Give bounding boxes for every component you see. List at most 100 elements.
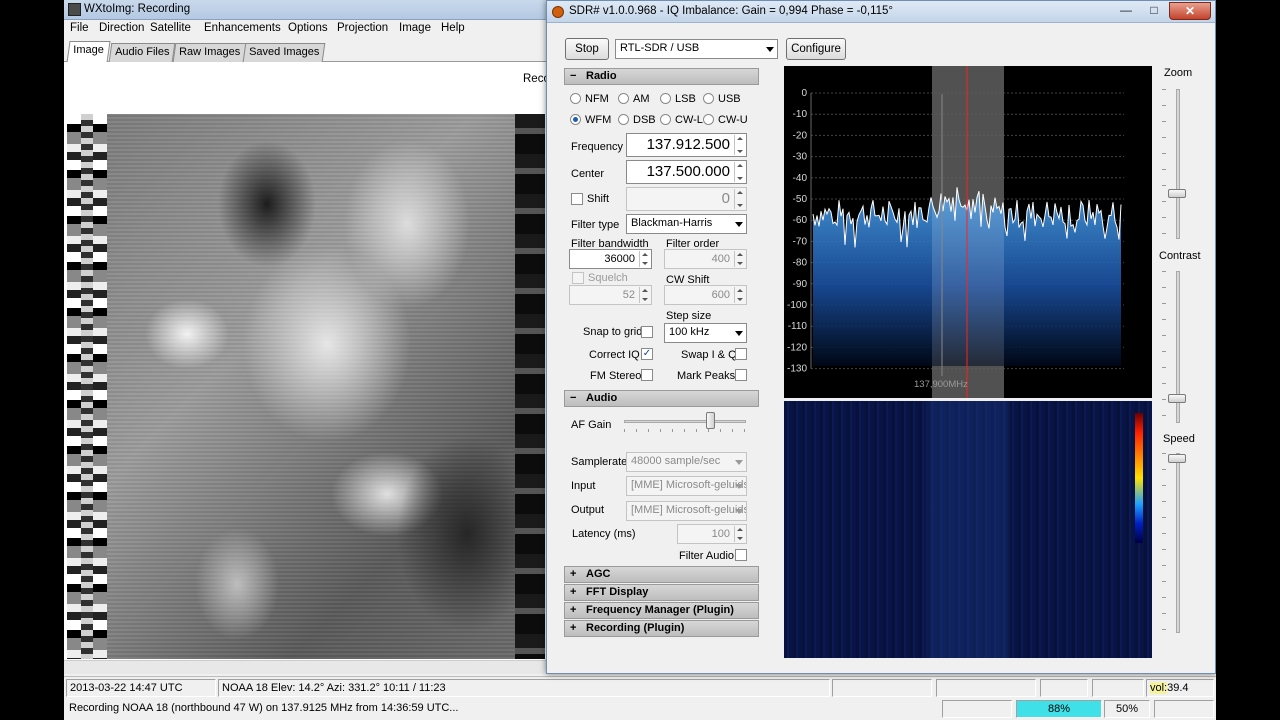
speed-slider[interactable] [1176,453,1180,633]
expand-icon: + [570,568,577,580]
image-view [64,62,548,674]
filter-type-value: Blackman-Harris [631,217,713,229]
squelch-spinner-icon[interactable] [639,287,650,303]
menu-satellite[interactable]: Satellite [150,22,191,34]
filter-order-field[interactable]: 400 [664,249,747,269]
mode-radio-am[interactable] [618,93,629,104]
menu-options[interactable]: Options [288,22,328,34]
center-field[interactable]: 137.500.000 [626,160,747,184]
output-device-value: [MME] Microsoft-geluids [631,504,747,516]
configure-button[interactable]: Configure [786,38,846,60]
chevron-down-icon [766,47,774,52]
expand-icon: + [570,604,577,616]
shift-field[interactable]: 0 [626,187,747,211]
filter-bandwidth-field[interactable]: 36000 [569,249,652,269]
correct-iq-checkbox[interactable]: ✓ [641,348,653,360]
mode-radio-cwu[interactable] [703,114,714,125]
frequency-manager-section-title: Frequency Manager (Plugin) [586,604,734,616]
db-tick-label: -90 [793,279,808,290]
mode-label-cwl: CW-L [675,114,703,126]
audio-section-header[interactable]: − Audio [564,390,759,407]
shift-label: Shift [587,193,610,205]
fft-display-section-header[interactable]: + FFT Display [564,584,759,601]
sdrsharp-window: SDR# v1.0.0.968 - IQ Imbalance: Gain = 0… [546,0,1216,674]
minimize-icon[interactable]: — [1113,2,1139,20]
input-device-select[interactable]: [MME] Microsoft-geluids [626,476,747,496]
mode-radio-usb[interactable] [703,93,714,104]
fm-stereo-checkbox[interactable] [641,369,653,381]
menu-help[interactable]: Help [441,22,465,34]
af-gain-slider[interactable] [624,420,746,423]
device-select[interactable]: RTL-SDR / USB [615,39,778,59]
collapse-icon: − [570,392,577,404]
swap-iq-checkbox[interactable] [735,348,747,360]
mode-radio-wfm[interactable] [570,114,581,125]
tab-saved-images[interactable]: Saved Images [242,43,326,62]
frequency-field[interactable]: 137.912.500 [626,133,747,157]
agc-section-header[interactable]: + AGC [564,566,759,583]
mode-radio-dsb[interactable] [618,114,629,125]
mode-radio-lsb[interactable] [660,93,671,104]
frequency-manager-section-header[interactable]: + Frequency Manager (Plugin) [564,602,759,619]
status-bar-top: 2013-03-22 14:47 UTC NOAA 18 Elev: 14.2°… [64,676,1216,698]
filter-type-select[interactable]: Blackman-Harris [626,214,747,234]
filter-order-spinner-icon[interactable] [734,251,745,267]
latency-field[interactable]: 100 [677,524,747,544]
speed-slider-thumb[interactable] [1168,454,1186,463]
recording-plugin-section-header[interactable]: + Recording (Plugin) [564,620,759,637]
status-zoom: 50% [1104,700,1150,718]
af-gain-slider-thumb[interactable] [706,412,715,429]
tab-image[interactable]: Image [66,41,111,63]
snap-to-grid-checkbox[interactable] [641,326,653,338]
filter-bandwidth-spinner-icon[interactable] [639,251,650,267]
zoom-slider-thumb[interactable] [1168,189,1186,198]
maximize-icon[interactable]: □ [1141,2,1167,20]
step-size-select[interactable]: 100 kHz [664,323,747,343]
zoom-slider[interactable] [1176,89,1180,239]
latency-label: Latency (ms) [572,528,636,540]
samplerate-select[interactable]: 48000 sample/sec [626,452,747,472]
db-axis-labels: 0 -10 -20 -30 -40 -50 -60 -70 -80 -90 -100 -110 -120… [787,88,807,375]
squelch-checkbox[interactable] [572,272,584,284]
status-cell-3 [1040,679,1088,697]
cw-shift-spinner-icon[interactable] [734,287,745,303]
center-value: 137.500.000 [646,163,730,180]
frequency-value: 137.912.500 [646,136,730,153]
shift-spinner-icon[interactable] [734,189,745,209]
menu-file[interactable]: File [70,22,89,34]
menu-direction[interactable]: Direction [99,22,144,34]
sdr-app-icon [552,6,564,18]
mode-radio-cwl[interactable] [660,114,671,125]
shift-checkbox[interactable] [571,193,583,205]
latency-spinner-icon[interactable] [734,526,745,542]
menu-projection[interactable]: Projection [337,22,388,34]
close-icon[interactable]: ✕ [1169,2,1211,20]
frequency-spinner-icon[interactable] [734,135,745,155]
image-horizontal-scrollbar[interactable] [64,660,548,674]
menu-image[interactable]: Image [399,22,431,34]
volume-value: 39.4 [1167,682,1189,694]
radio-section-header[interactable]: − Radio [564,68,759,85]
output-device-select[interactable]: [MME] Microsoft-geluids [626,501,747,521]
tab-raw-images[interactable]: Raw Images [172,43,247,62]
mode-label-wfm: WFM [585,114,612,126]
sdr-titlebar[interactable]: SDR# v1.0.0.968 - IQ Imbalance: Gain = 0… [547,1,1215,23]
spectrum-analyzer[interactable]: 0 -10 -20 -30 -40 -50 -60 -70 -80 -90 -100 -110 -120… [784,66,1152,398]
tab-audio-files[interactable]: Audio Files [108,43,176,62]
stop-button[interactable]: Stop [565,38,609,60]
squelch-field[interactable]: 52 [569,285,652,305]
cw-shift-field[interactable]: 600 [664,285,747,305]
contrast-slider-thumb[interactable] [1168,394,1186,403]
db-tick-label: -20 [793,130,808,141]
mode-label-dsb: DSB [633,114,656,126]
waterfall-display[interactable] [784,401,1152,658]
center-spinner-icon[interactable] [734,162,745,182]
filter-audio-label: Filter Audio [679,550,735,562]
menu-enhancements[interactable]: Enhancements [204,22,281,34]
mode-radio-nfm[interactable] [570,93,581,104]
mark-peaks-checkbox[interactable] [735,369,747,381]
frequency-axis-label: 137,900MHz [914,379,968,390]
status-cell-2 [936,679,1036,697]
db-tick-label: 0 [801,88,807,99]
filter-audio-checkbox[interactable] [735,549,747,561]
